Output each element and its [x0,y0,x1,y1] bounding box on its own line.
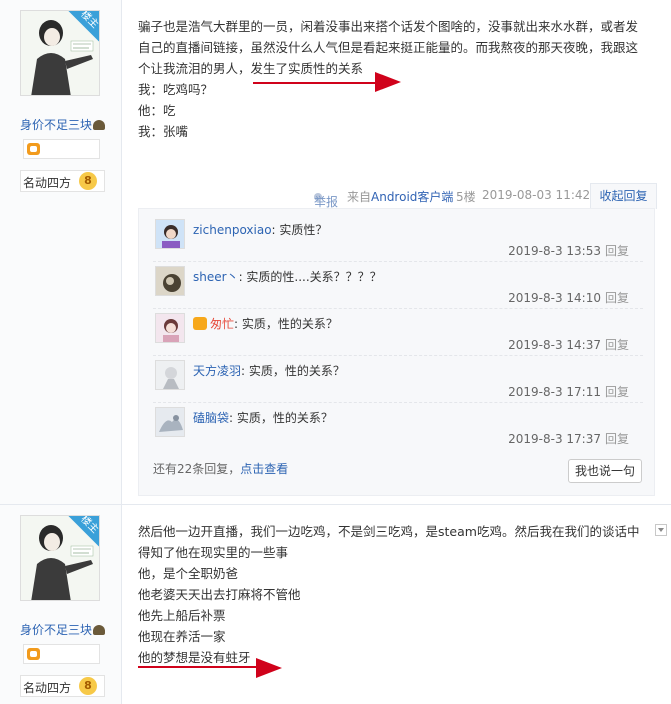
reply-avatar[interactable] [155,407,185,437]
content-line: 得知了他在现实里的一些事 [138,545,289,560]
sub-reply: sheer丶: 实质的性....关系？？？？ 2019-8-3 14:10 回复 [153,262,643,309]
annotation-arrow-icon [375,72,401,92]
underlined-text: 发生了实质性的关系 [250,61,364,76]
reply-text: : 实质，性的关系？ [229,411,333,425]
member-icon [93,120,106,130]
content-line: 骗子也是浩气大群里的一员，闲着没事出来搭个话发个图啥的，没事就出来水水群，或者发 [138,19,639,34]
reply-text: : 实质，性的关系？ [234,317,338,331]
content-line: 他：吃 [138,103,176,118]
reply-time: 2019-8-3 17:11 [508,385,601,399]
gamepad-icon [27,648,40,660]
medal-box[interactable] [23,644,100,664]
author-name-text[interactable]: 身价不足三块 [20,623,92,637]
sub-reply-panel: zichenpoxiao: 实质性？ 2019-8-3 13:53 回复 shee… [138,208,655,496]
more-replies: 还有22条回复，点击查看 [153,460,288,477]
level-title: 名动四方 [23,681,72,695]
author-name[interactable]: 身价不足三块 [20,621,106,638]
reply-button[interactable]: 回复 [605,385,629,399]
more-replies-count: 还有22条回复， [153,462,241,476]
gamepad-icon [27,143,40,155]
reply-avatar[interactable] [155,266,185,296]
member-icon [93,625,106,635]
level-badge[interactable]: 名动四方 8 [20,170,105,192]
author-avatar[interactable]: 楼主 [20,10,100,96]
content-line: 然后他一边开直播，我们一边吃鸡，不是剑三吃鸡，是steam吃鸡。然后我在我们的谈… [138,524,640,539]
reply-line: 匆忙: 实质，性的关系？ [193,315,338,332]
annotation-underline [138,666,262,668]
sub-reply: 匆忙: 实质，性的关系？ 2019-8-3 14:37 回复 [153,309,643,356]
reply-avatar[interactable] [155,313,185,343]
reply-meta: 2019-8-3 14:37 回复 [508,336,629,353]
reply-author[interactable]: 匆忙 [210,317,234,331]
reply-meta: 2019-8-3 17:37 回复 [508,430,629,447]
reply-meta: 2019-8-3 14:10 回复 [508,289,629,306]
content-line: 他先上船后补票 [138,608,226,623]
reply-text: : 实质性？ [271,223,328,237]
reply-text: : 实质，性的关系？ [241,364,345,378]
post-floor-5: 楼主 身价不足三块 名动四方 8 骗子也是浩气大群里的一员，闲着没事出来搭个话发… [0,0,671,505]
level-title: 名动四方 [23,176,72,190]
content-line: 自己的直播间链接，虽然没什么人气但是看起来挺正能量的。而我熬夜的那天夜晚，我跟这 [138,40,639,55]
client-link[interactable]: Android客户端 [371,188,453,205]
source-prefix: 来自 [347,190,372,204]
content-line: 他现在养活一家 [138,629,226,644]
author-avatar[interactable]: 楼主 [20,515,100,601]
reply-meta: 2019-8-3 17:11 回复 [508,383,629,400]
author-column: 楼主 身价不足三块 名动四方 8 [0,0,122,504]
reply-author[interactable]: sheer丶 [193,270,239,284]
floor-number: 5楼 [456,190,476,204]
post-next: 楼主 身价不足三块 名动四方 8 然后他一边开直播，我们一边吃鸡，不是剑三吃鸡，… [0,505,671,704]
level-number: 8 [79,677,97,695]
post-date: 2019-08-03 11:42 [482,188,591,202]
content-line: 他老婆天天出去打麻将不管他 [138,587,301,602]
content-text: 个让我流泪的男人， [138,61,251,76]
reply-line: 磕脑袋: 实质，性的关系？ [193,409,333,426]
content-line: 我：张嘴 [138,124,189,139]
level-badge[interactable]: 名动四方 8 [20,675,105,697]
author-name-text[interactable]: 身价不足三块 [20,118,92,132]
collapse-replies-button[interactable]: 收起回复 [590,183,657,209]
sub-reply: zichenpoxiao: 实质性？ 2019-8-3 13:53 回复 [153,215,643,262]
reply-line: sheer丶: 实质的性....关系？？？？ [193,268,382,285]
reply-button[interactable]: 回复 [605,291,629,305]
reply-button[interactable]: 回复 [605,338,629,352]
reply-avatar[interactable] [155,219,185,249]
sub-reply: 磕脑袋: 实质，性的关系？ 2019-8-3 17:37 回复 [153,403,643,450]
reply-avatar[interactable] [155,360,185,390]
post-menu-dropdown-icon[interactable] [655,524,667,536]
reply-author[interactable]: 磕脑袋 [193,411,229,425]
add-reply-button[interactable]: 我也说一句 [568,459,642,483]
post-content: 然后他一边开直播，我们一边吃鸡，不是剑三吃鸡，是steam吃鸡。然后我在我们的谈… [138,521,639,668]
reply-time: 2019-8-3 14:10 [508,291,601,305]
content-line: 他，是个全职奶爸 [138,566,239,581]
reply-time: 2019-8-3 13:53 [508,244,601,258]
annotation-arrow-icon [256,658,282,678]
reply-button[interactable]: 回复 [605,432,629,446]
author-column: 楼主 身价不足三块 名动四方 8 [0,505,122,704]
reply-author[interactable]: 天方凌羽 [193,364,241,378]
post-tail: 举报 来自 Android客户端 5楼 2019-08-03 11:42 收起回… [300,183,657,209]
annotation-underline [253,82,381,84]
reply-author[interactable]: zichenpoxiao [193,223,272,237]
reply-line: zichenpoxiao: 实质性？ [193,221,327,238]
level-number: 8 [79,172,97,190]
medal-box[interactable] [23,139,100,159]
vip-icon [193,317,207,330]
author-name[interactable]: 身价不足三块 [20,116,106,133]
view-more-link[interactable]: 点击查看 [240,462,288,476]
sub-reply: 天方凌羽: 实质，性的关系？ 2019-8-3 17:11 回复 [153,356,643,403]
reply-meta: 2019-8-3 13:53 回复 [508,242,629,259]
reply-line: 天方凌羽: 实质，性的关系？ [193,362,345,379]
content-line: 他的梦想是没有蛀牙 [138,650,251,665]
reply-time: 2019-8-3 14:37 [508,338,601,352]
reply-button[interactable]: 回复 [605,244,629,258]
reply-text: : 实质的性....关系？？？？ [238,270,382,284]
reply-time: 2019-8-3 17:37 [508,432,601,446]
